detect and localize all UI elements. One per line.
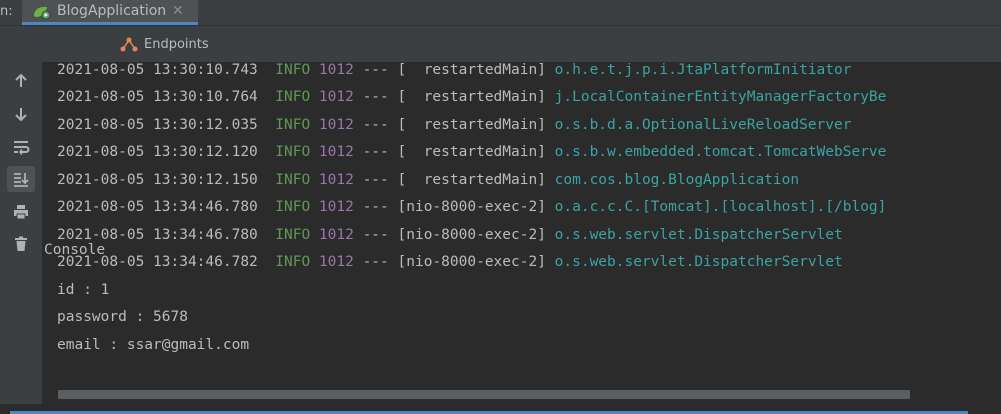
- output-line: email : ssar@gmail.com: [57, 337, 250, 353]
- arrow-down-icon[interactable]: [7, 101, 35, 127]
- spring-boot-app-icon: [32, 4, 52, 20]
- output-line: password : 5678: [57, 309, 188, 325]
- run-tab-bar: n: BlogApplication ✕: [0, 0, 1001, 26]
- console-output[interactable]: 2021-08-05 13:30:10.743 INFO 1012 --- [ …: [43, 62, 1001, 388]
- log-line: 2021-08-05 13:30:12.150 INFO 1012 --- [ …: [57, 172, 800, 188]
- log-line: 2021-08-05 13:34:46.780 INFO 1012 --- [n…: [57, 199, 887, 215]
- endpoints-icon: [120, 37, 138, 52]
- log-line: 2021-08-05 13:30:10.743 INFO 1012 --- [ …: [57, 62, 852, 78]
- log-line: 2021-08-05 13:30:10.764 INFO 1012 --- [ …: [57, 89, 887, 105]
- run-label: n:: [0, 4, 13, 19]
- print-icon[interactable]: [7, 199, 35, 225]
- scroll-to-end-icon[interactable]: [7, 166, 35, 192]
- run-tab-label: BlogApplication: [57, 3, 167, 19]
- console-toolbar: [0, 62, 43, 404]
- arrow-up-icon[interactable]: [7, 68, 35, 94]
- log-line: 2021-08-05 13:34:46.780 INFO 1012 --- [n…: [57, 227, 843, 243]
- run-tab-blog-application[interactable]: BlogApplication ✕: [22, 0, 198, 25]
- soft-wrap-icon[interactable]: [7, 134, 35, 160]
- trash-icon[interactable]: [7, 231, 35, 257]
- log-line: 2021-08-05 13:30:12.035 INFO 1012 --- [ …: [57, 117, 852, 133]
- tab-endpoints-label: Endpoints: [144, 36, 209, 52]
- tab-endpoints[interactable]: Endpoints: [120, 26, 209, 62]
- log-line: 2021-08-05 13:30:12.120 INFO 1012 --- [ …: [57, 144, 887, 160]
- close-icon[interactable]: ✕: [172, 3, 184, 19]
- horizontal-scrollbar[interactable]: [58, 390, 910, 399]
- log-line: 2021-08-05 13:34:46.782 INFO 1012 --- [n…: [57, 254, 843, 270]
- console-tab-bar: Console Endpoints: [0, 26, 1001, 414]
- output-line: id : 1: [57, 282, 110, 298]
